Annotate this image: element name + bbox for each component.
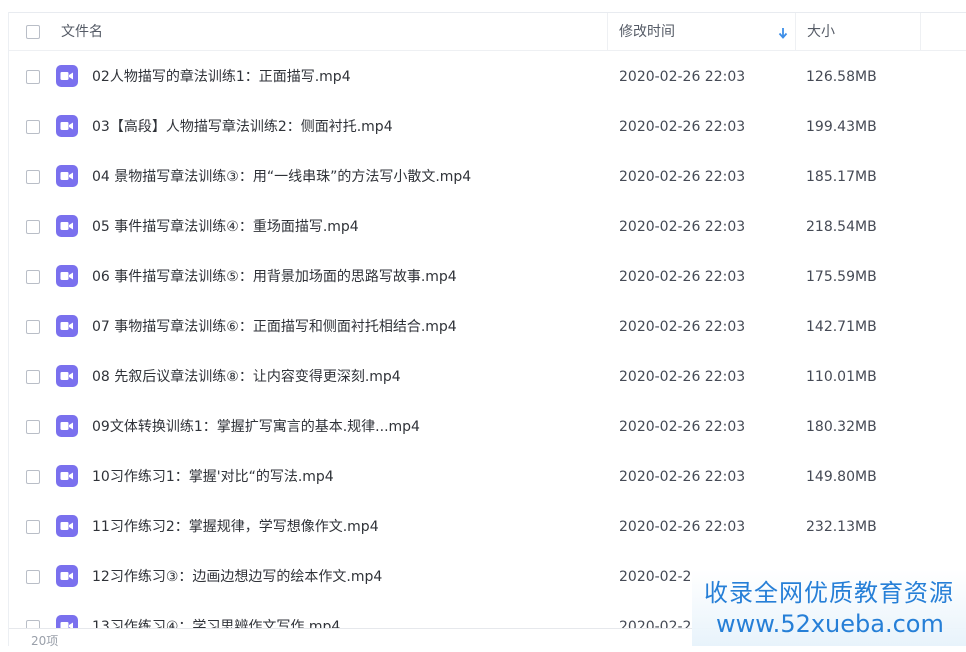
file-size: 149.80MB bbox=[806, 469, 877, 485]
file-name[interactable]: 10习作练习1：掌握'对比“的写法.mp4 bbox=[92, 452, 334, 502]
video-file-icon bbox=[56, 165, 78, 187]
table-row[interactable]: 02人物描写的章法训练1：正面描写.mp4 2020-02-26 22:03 1… bbox=[9, 52, 966, 102]
file-name[interactable]: 12习作练习③：边画边想边写的绘本作文.mp4 bbox=[92, 552, 382, 602]
file-size: 232.13MB bbox=[806, 519, 877, 535]
table-row[interactable]: 04 景物描写章法训练③：用“一线串珠”的方法写小散文.mp4 2020-02-… bbox=[9, 152, 966, 202]
modified-time: 2020-02-26 22:03 bbox=[619, 319, 746, 335]
modified-time: 2020-02-26 22:03 bbox=[619, 119, 746, 135]
video-file-icon bbox=[56, 265, 78, 287]
column-header-name[interactable]: 文件名 bbox=[61, 13, 103, 51]
table-row[interactable]: 10习作练习1：掌握'对比“的写法.mp4 2020-02-26 22:03 1… bbox=[9, 452, 966, 502]
row-checkbox[interactable] bbox=[26, 420, 40, 434]
row-checkbox[interactable] bbox=[26, 370, 40, 384]
row-checkbox[interactable] bbox=[26, 220, 40, 234]
file-name[interactable]: 04 景物描写章法训练③：用“一线串珠”的方法写小散文.mp4 bbox=[92, 152, 471, 202]
modified-time: 2020-02-26 22:03 bbox=[619, 269, 746, 285]
video-file-icon bbox=[56, 315, 78, 337]
file-name[interactable]: 08 先叙后议章法训练⑧：让内容变得更深刻.mp4 bbox=[92, 352, 401, 402]
file-name[interactable]: 03【高段】人物描写章法训练2：侧面衬托.mp4 bbox=[92, 102, 393, 152]
row-checkbox[interactable] bbox=[26, 570, 40, 584]
file-name[interactable]: 11习作练习2：掌握规律，学写想像作文.mp4 bbox=[92, 502, 379, 552]
video-file-icon bbox=[56, 215, 78, 237]
row-checkbox[interactable] bbox=[26, 470, 40, 484]
video-file-icon bbox=[56, 365, 78, 387]
item-count: 20项 bbox=[31, 634, 59, 648]
file-size: 110.01MB bbox=[806, 369, 877, 385]
video-file-icon bbox=[56, 515, 78, 537]
row-checkbox[interactable] bbox=[26, 70, 40, 84]
modified-time: 2020-02-26 22:03 bbox=[619, 419, 746, 435]
table-row[interactable]: 05 事件描写章法训练④：重场面描写.mp4 2020-02-26 22:03 … bbox=[9, 202, 966, 252]
watermark-slogan: 收录全网优质教育资源 bbox=[704, 579, 954, 607]
file-size: 126.58MB bbox=[806, 69, 877, 85]
column-divider bbox=[920, 13, 921, 51]
file-size: 199.43MB bbox=[806, 119, 877, 135]
column-header-size[interactable]: 大小 bbox=[807, 13, 835, 51]
modified-time: 2020-02-26 22:03 bbox=[619, 469, 746, 485]
table-row[interactable]: 06 事件描写章法训练⑤：用背景加场面的思路写故事.mp4 2020-02-26… bbox=[9, 252, 966, 302]
row-checkbox[interactable] bbox=[26, 520, 40, 534]
video-file-icon bbox=[56, 65, 78, 87]
modified-time: 2020-02-26 22:03 bbox=[619, 69, 746, 85]
column-divider bbox=[795, 13, 796, 51]
video-file-icon bbox=[56, 115, 78, 137]
row-checkbox[interactable] bbox=[26, 170, 40, 184]
video-file-icon bbox=[56, 465, 78, 487]
video-file-icon bbox=[56, 415, 78, 437]
file-list-header: 文件名 修改时间 大小 bbox=[9, 13, 966, 51]
modified-time: 2020-02-26 22:03 bbox=[619, 369, 746, 385]
modified-time: 2020-02-26 22:03 bbox=[619, 219, 746, 235]
file-size: 185.17MB bbox=[806, 169, 877, 185]
file-name[interactable]: 09文体转换训练1：掌握扩写寓言的基本.规律...mp4 bbox=[92, 402, 420, 452]
watermark-url: www.52xueba.com bbox=[716, 610, 944, 638]
video-file-icon bbox=[56, 565, 78, 587]
row-checkbox[interactable] bbox=[26, 320, 40, 334]
file-name[interactable]: 02人物描写的章法训练1：正面描写.mp4 bbox=[92, 52, 351, 102]
column-divider bbox=[607, 13, 608, 51]
modified-time: 2020-02-2 bbox=[619, 569, 692, 585]
file-name[interactable]: 06 事件描写章法训练⑤：用背景加场面的思路写故事.mp4 bbox=[92, 252, 457, 302]
file-name[interactable]: 05 事件描写章法训练④：重场面描写.mp4 bbox=[92, 202, 359, 252]
modified-time: 2020-02-26 22:03 bbox=[619, 519, 746, 535]
table-row[interactable]: 08 先叙后议章法训练⑧：让内容变得更深刻.mp4 2020-02-26 22:… bbox=[9, 352, 966, 402]
column-header-modified-time[interactable]: 修改时间 bbox=[619, 13, 675, 51]
row-checkbox[interactable] bbox=[26, 270, 40, 284]
table-row[interactable]: 09文体转换训练1：掌握扩写寓言的基本.规律...mp4 2020-02-26 … bbox=[9, 402, 966, 452]
table-row[interactable]: 03【高段】人物描写章法训练2：侧面衬托.mp4 2020-02-26 22:0… bbox=[9, 102, 966, 152]
modified-time: 2020-02-26 22:03 bbox=[619, 169, 746, 185]
file-size: 180.32MB bbox=[806, 419, 877, 435]
table-row[interactable]: 07 事物描写章法训练⑥：正面描写和侧面衬托相结合.mp4 2020-02-26… bbox=[9, 302, 966, 352]
file-size: 142.71MB bbox=[806, 319, 877, 335]
watermark: 收录全网优质教育资源 www.52xueba.com bbox=[692, 570, 966, 646]
select-all-checkbox[interactable] bbox=[26, 25, 40, 39]
row-checkbox[interactable] bbox=[26, 120, 40, 134]
file-name[interactable]: 07 事物描写章法训练⑥：正面描写和侧面衬托相结合.mp4 bbox=[92, 302, 457, 352]
file-size: 175.59MB bbox=[806, 269, 877, 285]
table-row[interactable]: 11习作练习2：掌握规律，学写想像作文.mp4 2020-02-26 22:03… bbox=[9, 502, 966, 552]
file-size: 218.54MB bbox=[806, 219, 877, 235]
arrow-down-icon[interactable] bbox=[777, 25, 789, 39]
